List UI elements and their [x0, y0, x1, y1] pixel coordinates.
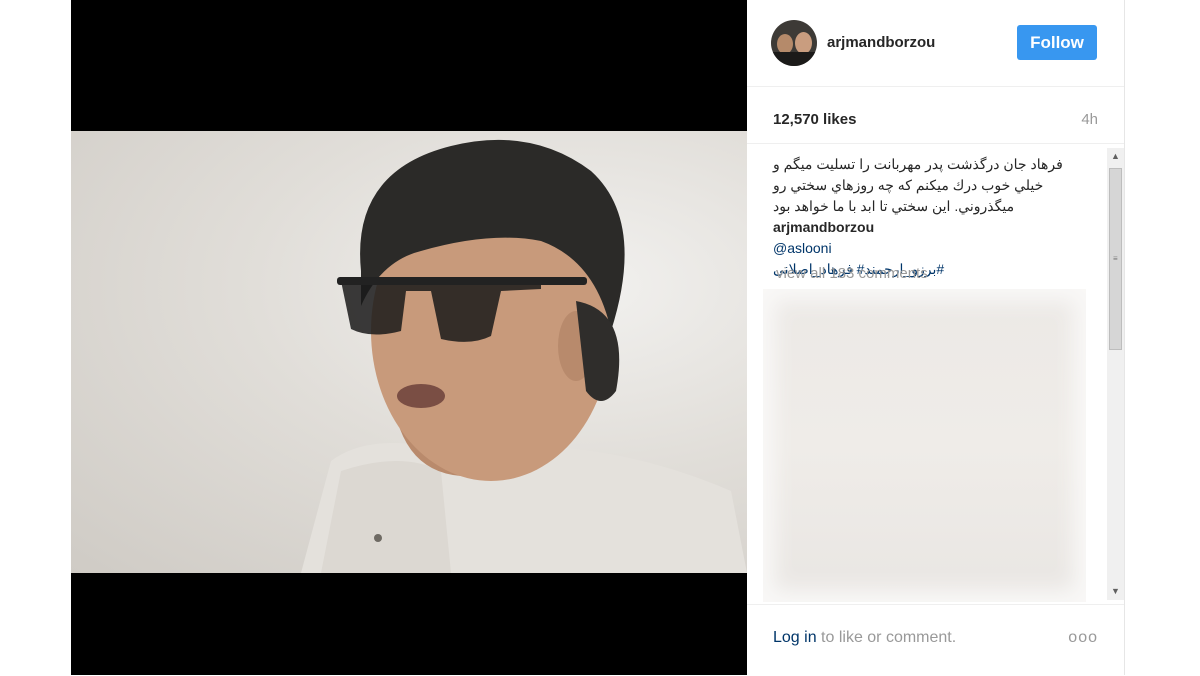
caption: فرهاد جان درگذشت پدر مهربانت را تسليت مي…: [773, 154, 1093, 280]
caption-mention[interactable]: @aslooni: [773, 240, 832, 256]
post-photo: [71, 131, 747, 573]
login-link[interactable]: Log in: [773, 629, 817, 646]
portrait-illustration: [301, 139, 747, 573]
post-side-panel: arjmandborzou Follow 12,570 likes 4h فره…: [747, 0, 1125, 675]
blurred-comments: [763, 289, 1086, 602]
comments-scrollbar[interactable]: ▲ ≡ ▼: [1107, 148, 1124, 600]
scroll-grip-icon: ≡: [1113, 254, 1118, 263]
login-suffix: to like or comment.: [816, 629, 957, 646]
caption-body: فرهاد جان درگذشت پدر مهربانت را تسليت مي…: [773, 154, 1093, 238]
scroll-thumb[interactable]: ≡: [1109, 168, 1122, 350]
login-prompt: Log in to like or comment.: [773, 629, 956, 647]
comments-area[interactable]: فرهاد جان درگذشت پدر مهربانت را تسليت مي…: [747, 143, 1124, 604]
caption-mention-line: @aslooni: [773, 238, 1093, 259]
likes-count[interactable]: 12,570 likes: [773, 111, 856, 128]
post-image[interactable]: [71, 0, 747, 675]
username-link[interactable]: arjmandborzou: [827, 34, 935, 51]
follow-button[interactable]: Follow: [1017, 25, 1097, 60]
view-all-comments[interactable]: view all 183 comments: [776, 265, 928, 282]
post-header: arjmandborzou Follow: [747, 0, 1124, 87]
more-options-icon[interactable]: ooo: [1068, 629, 1098, 647]
caption-text: فرهاد جان درگذشت پدر مهربانت را تسليت مي…: [773, 156, 1063, 214]
avatar[interactable]: [771, 20, 817, 66]
post-footer: Log in to like or comment. ooo: [747, 604, 1124, 676]
scroll-up-arrow-icon[interactable]: ▲: [1107, 148, 1124, 165]
post-time[interactable]: 4h: [1081, 111, 1098, 128]
caption-username[interactable]: arjmandborzou: [773, 219, 874, 235]
scroll-down-arrow-icon[interactable]: ▼: [1107, 583, 1124, 600]
